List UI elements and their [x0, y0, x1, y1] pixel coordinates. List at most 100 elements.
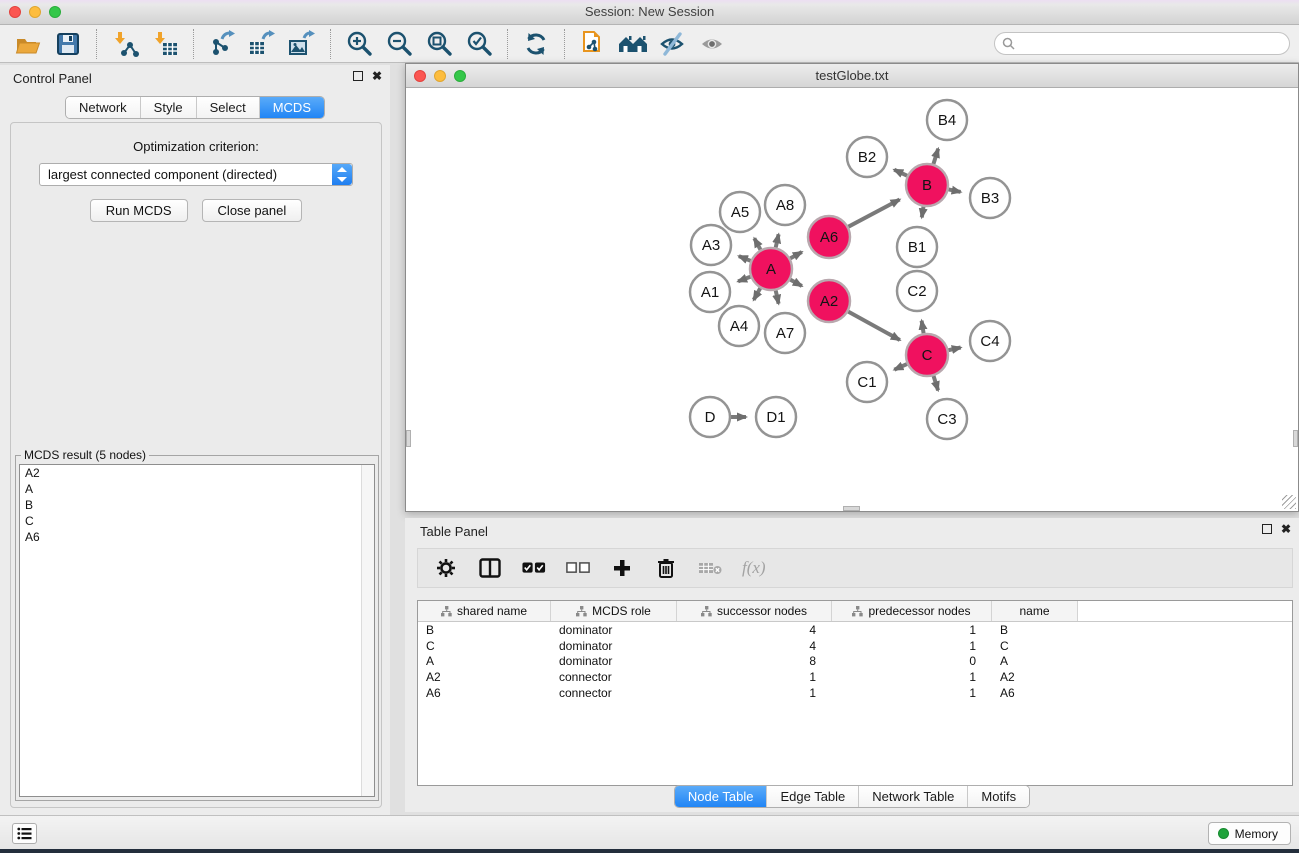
graph-node-A[interactable]: A: [750, 248, 792, 290]
graph-node-A8[interactable]: A8: [765, 185, 805, 225]
export-table-icon[interactable]: [242, 29, 282, 59]
graph-edge-A-A1[interactable]: [738, 277, 750, 282]
graph-node-D[interactable]: D: [690, 397, 730, 437]
refresh-view-icon[interactable]: [516, 29, 556, 59]
table-cell[interactable]: A6: [418, 686, 551, 700]
run-mcds-button[interactable]: Run MCDS: [90, 199, 188, 222]
graph-edge-C-C4[interactable]: [948, 348, 960, 351]
tab-network-table[interactable]: Network Table: [858, 786, 967, 807]
create-column-plus-icon[interactable]: [610, 556, 634, 580]
tab-style[interactable]: Style: [140, 97, 196, 118]
graph-node-B3[interactable]: B3: [970, 178, 1010, 218]
splitter-handle-left[interactable]: [406, 430, 411, 447]
graph-node-B1[interactable]: B1: [897, 227, 937, 267]
graph-edge-C-C1[interactable]: [894, 364, 907, 370]
table-settings-gear-icon[interactable]: [434, 556, 458, 580]
graph-node-C3[interactable]: C3: [927, 399, 967, 439]
column-header-predecessor-nodes[interactable]: predecessor nodes: [832, 601, 992, 621]
graph-edge-A6-B[interactable]: [848, 200, 899, 227]
list-item[interactable]: C: [20, 513, 374, 529]
window-resize-grip[interactable]: [1282, 495, 1296, 509]
list-item[interactable]: A6: [20, 529, 374, 545]
show-graphics-details-icon[interactable]: [693, 29, 733, 59]
float-panel-icon[interactable]: [353, 71, 363, 81]
export-image-icon[interactable]: [282, 29, 322, 59]
tab-motifs[interactable]: Motifs: [967, 786, 1029, 807]
column-header-mcds-role[interactable]: MCDS role: [551, 601, 677, 621]
task-history-button[interactable]: [12, 823, 37, 844]
table-cell[interactable]: 8: [677, 654, 832, 668]
close-table-panel-icon[interactable]: ✖: [1281, 524, 1291, 534]
table-cell[interactable]: 4: [677, 639, 832, 653]
table-cell[interactable]: connector: [551, 670, 677, 684]
graph-edge-B-B4[interactable]: [933, 149, 938, 164]
table-cell[interactable]: dominator: [551, 654, 677, 668]
new-session-from-network-icon[interactable]: [573, 29, 613, 59]
table-cell[interactable]: A2: [992, 670, 1078, 684]
close-panel-button[interactable]: Close panel: [202, 199, 303, 222]
table-cell[interactable]: B: [992, 623, 1078, 637]
search-input[interactable]: [1019, 37, 1289, 51]
tab-node-table[interactable]: Node Table: [675, 786, 767, 807]
graph-node-A5[interactable]: A5: [720, 192, 760, 232]
table-cell[interactable]: B: [418, 623, 551, 637]
table-row[interactable]: Bdominator41B: [418, 622, 1292, 638]
table-row[interactable]: A2connector11A2: [418, 669, 1292, 685]
graph-node-D1[interactable]: D1: [756, 397, 796, 437]
splitter-handle-bottom[interactable]: [843, 506, 860, 511]
tab-edge-table[interactable]: Edge Table: [766, 786, 858, 807]
graph-edge-B-B3[interactable]: [949, 189, 961, 191]
splitter-handle-right[interactable]: [1293, 430, 1298, 447]
zoom-fit-icon[interactable]: [419, 29, 459, 59]
graph-edge-C-C3[interactable]: [934, 376, 938, 390]
column-header-name[interactable]: name: [992, 601, 1078, 621]
delete-column-trash-icon[interactable]: [654, 556, 678, 580]
table-cell[interactable]: 4: [677, 623, 832, 637]
graph-node-C1[interactable]: C1: [847, 362, 887, 402]
close-panel-icon[interactable]: ✖: [372, 71, 382, 81]
graph-node-A2[interactable]: A2: [808, 280, 850, 322]
float-table-panel-icon[interactable]: [1262, 524, 1272, 534]
table-cell[interactable]: A: [992, 654, 1078, 668]
graph-edge-A-A5[interactable]: [754, 238, 760, 249]
graph-node-A3[interactable]: A3: [691, 225, 731, 265]
graph-node-C4[interactable]: C4: [970, 321, 1010, 361]
memory-button[interactable]: Memory: [1208, 822, 1291, 845]
table-cell[interactable]: 1: [832, 623, 992, 637]
export-network-icon[interactable]: [202, 29, 242, 59]
deselect-all-columns-icon[interactable]: [566, 556, 590, 580]
table-cell[interactable]: connector: [551, 686, 677, 700]
graph-node-C2[interactable]: C2: [897, 271, 937, 311]
table-cell[interactable]: A: [418, 654, 551, 668]
list-item[interactable]: A2: [20, 465, 374, 481]
column-header-shared-name[interactable]: shared name: [418, 601, 551, 621]
save-session-icon[interactable]: [48, 29, 88, 59]
table-cell[interactable]: A6: [992, 686, 1078, 700]
home-icon[interactable]: [613, 29, 653, 59]
table-cell[interactable]: dominator: [551, 623, 677, 637]
table-cell[interactable]: 1: [677, 686, 832, 700]
table-row[interactable]: Cdominator41C: [418, 638, 1292, 654]
graph-edge-A-A7[interactable]: [776, 290, 779, 303]
table-cell[interactable]: A2: [418, 670, 551, 684]
graph-edge-A-A2[interactable]: [790, 280, 802, 286]
table-cell[interactable]: 0: [832, 654, 992, 668]
search-field[interactable]: [994, 32, 1290, 55]
graph-node-A4[interactable]: A4: [719, 306, 759, 346]
tab-select[interactable]: Select: [196, 97, 259, 118]
result-list-scrollbar[interactable]: [361, 465, 374, 796]
delete-table-icon[interactable]: [698, 556, 722, 580]
graph-node-A7[interactable]: A7: [765, 313, 805, 353]
graph-edge-A-A8[interactable]: [776, 234, 779, 247]
select-all-columns-icon[interactable]: [522, 556, 546, 580]
table-cell[interactable]: dominator: [551, 639, 677, 653]
graph-edge-A-A4[interactable]: [754, 288, 761, 300]
graph-node-A6[interactable]: A6: [808, 216, 850, 258]
show-column-panel-icon[interactable]: [478, 556, 502, 580]
graph-edge-A-A6[interactable]: [790, 252, 802, 258]
zoom-in-icon[interactable]: [339, 29, 379, 59]
network-window-titlebar[interactable]: testGlobe.txt: [406, 64, 1298, 88]
graph-node-B4[interactable]: B4: [927, 100, 967, 140]
graph-node-B[interactable]: B: [906, 164, 948, 206]
graph-edge-B-B1[interactable]: [922, 207, 924, 218]
